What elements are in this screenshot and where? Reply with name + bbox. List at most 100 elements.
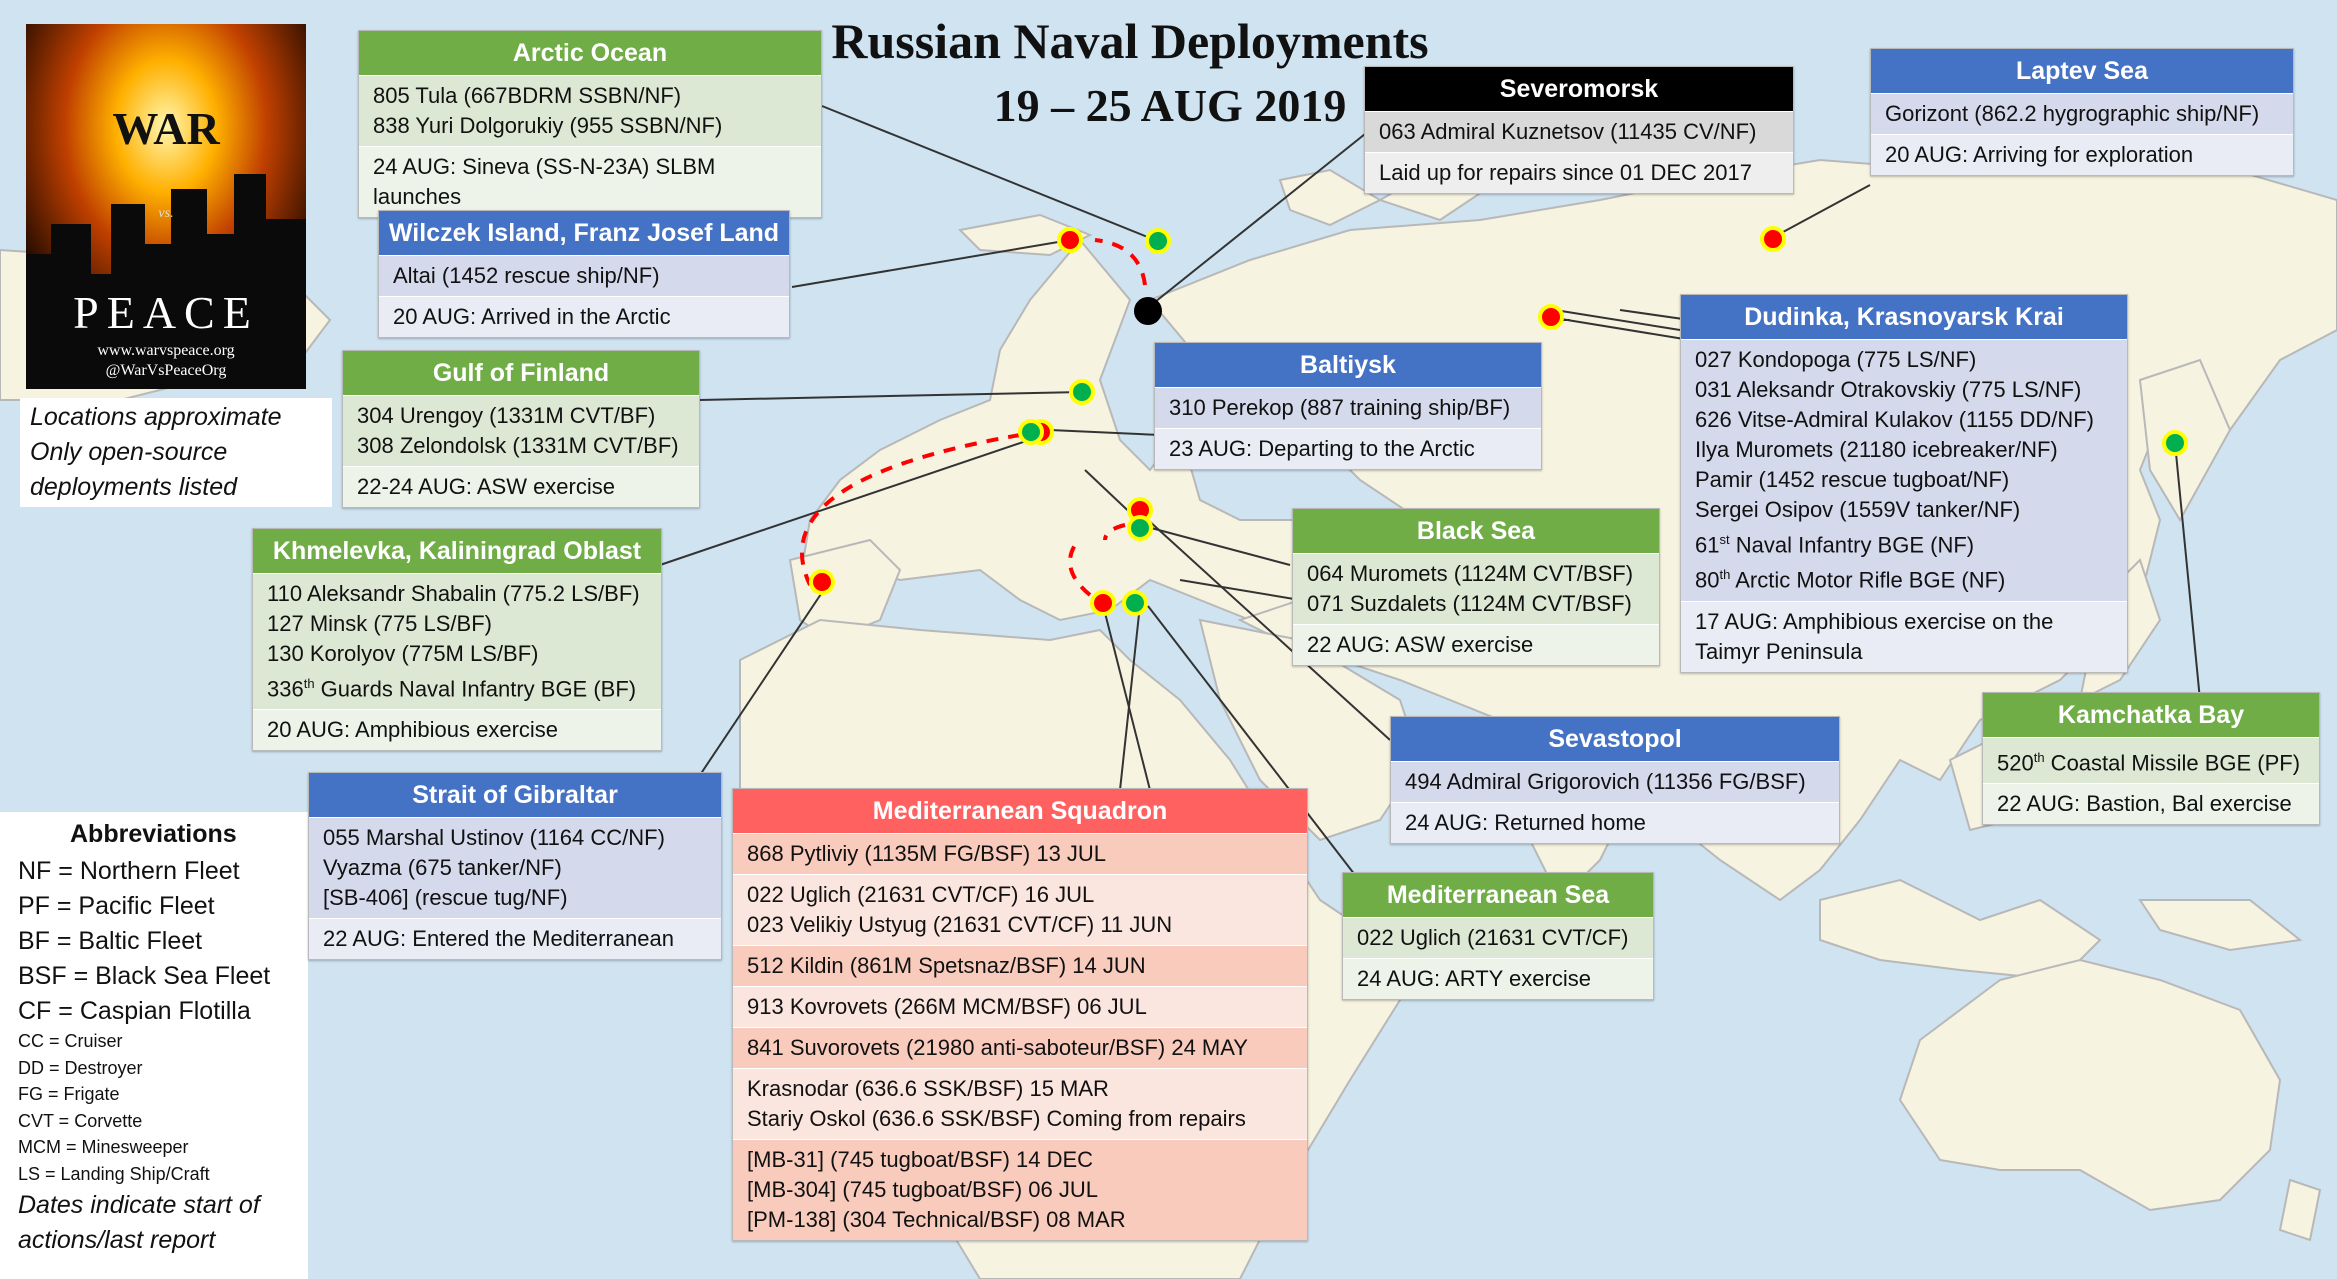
ship-item: 031 Aleksandr Otrakovskiy (775 LS/NF) — [1695, 377, 2082, 402]
abbr-item: CVT = Corvette — [18, 1110, 143, 1131]
box-kamchatka-bay: Kamchatka Bay 520th Coastal Missile BGE … — [1982, 692, 2320, 826]
box-baltiysk: Baltiysk 310 Perekop (887 training ship/… — [1154, 342, 1542, 470]
ship-item: 913 Kovrovets (266M MCM/BSF) 06 JUL — [747, 994, 1147, 1019]
ship-item: 127 Minsk (775 LS/BF) — [267, 611, 492, 636]
ship-item: 130 Korolyov (775M LS/BF) — [267, 641, 539, 666]
box-dudinka: Dudinka, Krasnoyarsk Krai 027 Kondopoga … — [1680, 294, 2128, 673]
box-ships: Altai (1452 rescue ship/NF) — [379, 255, 789, 296]
box-arctic-ocean: Arctic Ocean 805 Tula (667BDRM SSBN/NF) … — [358, 30, 822, 218]
abbr-item: MCM = Minesweeper — [18, 1137, 189, 1157]
ship-item: 308 Zelondolsk (1331M CVT/BF) — [357, 433, 679, 458]
squadron-row: [MB-31] (745 tugboat/BSF) 14 DEC [MB-304… — [733, 1139, 1307, 1240]
box-ships: 310 Perekop (887 training ship/BF) — [1155, 387, 1541, 428]
poster-word-peace: PEACE — [73, 287, 259, 338]
marker-laptev — [1760, 226, 1786, 252]
box-title: Wilczek Island, Franz Josef Land — [379, 211, 789, 255]
abbr-item: DD = Destroyer — [18, 1057, 143, 1078]
abbr-item: NF = Northern Fleet — [18, 857, 240, 885]
box-ships: 304 Urengoy (1331M CVT/BF) 308 Zelondols… — [343, 395, 699, 466]
box-strait-of-gibraltar: Strait of Gibraltar 055 Marshal Ustinov … — [308, 772, 722, 960]
box-mediterranean-squadron: Mediterranean Squadron 868 Pytliviy (113… — [732, 788, 1308, 1241]
map-title: Russian Naval Deployments — [800, 10, 1460, 72]
ship-item: Stariy Oskol (636.6 SSK/BSF) Coming from… — [747, 1106, 1246, 1131]
box-units: 520th Coastal Missile BGE (PF) — [1983, 737, 2319, 784]
marker-kamchatka — [2162, 430, 2188, 456]
unit-item: 61st Naval Infantry BGE (NF) — [1695, 525, 2113, 560]
marker-gulf-finland — [1069, 379, 1095, 405]
abbreviations-major: NF = Northern Fleet PF = Pacific Fleet B… — [18, 854, 270, 1029]
ship-item: 626 Vitse-Admiral Kulakov (1155 DD/NF) — [1695, 407, 2095, 432]
box-sevastopol: Sevastopol 494 Admiral Grigorovich (1135… — [1390, 716, 1840, 844]
marker-black-sea — [1127, 515, 1153, 541]
ship-item: 838 Yuri Dolgorukiy (955 SSBN/NF) — [373, 113, 723, 138]
abbr-item: BSF = Black Sea Fleet — [18, 962, 271, 990]
ship-item: 023 Velikiy Ustyug (21631 CVT/CF) 11 JUN — [747, 912, 1173, 937]
abbr-item: LS = Landing Ship/Craft — [18, 1163, 210, 1184]
unit-ordinal: th — [303, 676, 315, 691]
box-wilczek-island: Wilczek Island, Franz Josef Land Altai (… — [378, 210, 790, 338]
abbr-footer-line2: actions/last report — [18, 1226, 216, 1254]
ship-item: Altai (1452 rescue ship/NF) — [393, 263, 660, 288]
box-title: Mediterranean Squadron — [733, 789, 1307, 833]
ship-item: [PM-138] (304 Technical/BSF) 08 MAR — [747, 1207, 1126, 1232]
poster-handle: @WarVsPeaceOrg — [105, 362, 227, 379]
ship-item: 063 Admiral Kuznetsov (11435 CV/NF) — [1379, 119, 1757, 144]
abbr-item: PF = Pacific Fleet — [18, 892, 215, 920]
marker-wilczek — [1057, 227, 1083, 253]
ship-item: 868 Pytliviy (1135M FG/BSF) 13 JUL — [747, 841, 1107, 866]
unit-name: Arctic Motor Rifle BGE (NF) — [1730, 567, 2006, 593]
box-khmelevka: Khmelevka, Kaliningrad Oblast 110 Aleksa… — [252, 528, 662, 752]
ship-item: 512 Kildin (861M Spetsnaz/BSF) 14 JUN — [747, 953, 1146, 978]
box-title: Baltiysk — [1155, 343, 1541, 387]
ship-item: 110 Aleksandr Shabalin (775.2 LS/BF) — [267, 581, 640, 606]
ship-item: 304 Urengoy (1331M CVT/BF) — [357, 403, 656, 428]
box-note: 20 AUG: Arrived in the Arctic — [379, 296, 789, 337]
box-title: Arctic Ocean — [359, 31, 821, 75]
unit-number: 336 — [267, 676, 304, 702]
poster-url[interactable]: www.warvspeace.org — [26, 342, 306, 360]
unit-number: 80 — [1695, 567, 1720, 593]
box-note: 24 AUG: Returned home — [1391, 802, 1839, 843]
poster-word-vs: vs. — [158, 206, 174, 221]
marker-med-sea — [1122, 590, 1148, 616]
box-note: 23 AUG: Departing to the Arctic — [1155, 428, 1541, 469]
ship-item: Ilya Muromets (21180 icebreaker/NF) — [1695, 437, 2058, 462]
squadron-row: 868 Pytliviy (1135M FG/BSF) 13 JUL — [733, 833, 1307, 874]
unit-ordinal: th — [2033, 750, 2045, 765]
box-note: 17 AUG: Amphibious exercise on the Taimy… — [1681, 600, 2127, 672]
squadron-row: 512 Kildin (861M Spetsnaz/BSF) 14 JUN — [733, 945, 1307, 986]
abbr-footer-line1: Dates indicate start of — [18, 1191, 260, 1219]
title-line2: 19 – 25 AUG 2019 — [993, 80, 1347, 131]
note-line2: Taimyr Peninsula — [1695, 638, 1863, 664]
unit-item: 80th Arctic Motor Rifle BGE (NF) — [1695, 560, 2113, 595]
abbreviations-panel: Abbreviations NF = Northern Fleet PF = P… — [0, 812, 308, 1279]
marker-khmelevka — [1018, 419, 1044, 445]
abbreviations-title: Abbreviations — [70, 820, 237, 848]
box-ships: Gorizont (862.2 hygrographic ship/NF) — [1871, 93, 2293, 134]
box-black-sea: Black Sea 064 Muromets (1124M CVT/BSF) 0… — [1292, 508, 1660, 666]
box-title: Khmelevka, Kaliningrad Oblast — [253, 529, 661, 573]
box-ships: 064 Muromets (1124M CVT/BSF) 071 Suzdale… — [1293, 553, 1659, 624]
box-ships: 027 Kondopoga (775 LS/NF) 031 Aleksandr … — [1681, 339, 2127, 601]
note-line1: Locations approximate — [30, 403, 282, 431]
box-title: Gulf of Finland — [343, 351, 699, 395]
box-gulf-of-finland: Gulf of Finland 304 Urengoy (1331M CVT/B… — [342, 350, 700, 508]
war-vs-peace-logo: WAR vs. PEACE www.warvspeace.org @WarVsP… — [26, 24, 306, 389]
ship-item: [MB-31] (745 tugboat/BSF) 14 DEC — [747, 1147, 1094, 1172]
note-line1: 17 AUG: Amphibious exercise on the — [1695, 608, 2054, 634]
box-note: 22-24 AUG: ASW exercise — [343, 466, 699, 507]
map-subtitle: 19 – 25 AUG 2019 — [960, 76, 1380, 136]
abbr-item: CF = Caspian Flotilla — [18, 997, 251, 1025]
unit-name: Naval Infantry BGE (NF) — [1729, 532, 1975, 558]
squadron-row: Krasnodar (636.6 SSK/BSF) 15 MAR Stariy … — [733, 1068, 1307, 1139]
squadron-row: 913 Kovrovets (266M MCM/BSF) 06 JUL — [733, 986, 1307, 1027]
ship-item: 310 Perekop (887 training ship/BF) — [1169, 395, 1511, 420]
box-title: Dudinka, Krasnoyarsk Krai — [1681, 295, 2127, 339]
unit-name: Guards Naval Infantry BGE (BF) — [314, 676, 637, 702]
box-note: 20 AUG: Arriving for exploration — [1871, 134, 2293, 175]
unit-number: 520 — [1997, 750, 2034, 776]
ship-item: 805 Tula (667BDRM SSBN/NF) — [373, 83, 682, 108]
box-title: Laptev Sea — [1871, 49, 2293, 93]
note-line3: deployments listed — [30, 473, 238, 501]
box-note: 22 AUG: Bastion, Bal exercise — [1983, 783, 2319, 825]
